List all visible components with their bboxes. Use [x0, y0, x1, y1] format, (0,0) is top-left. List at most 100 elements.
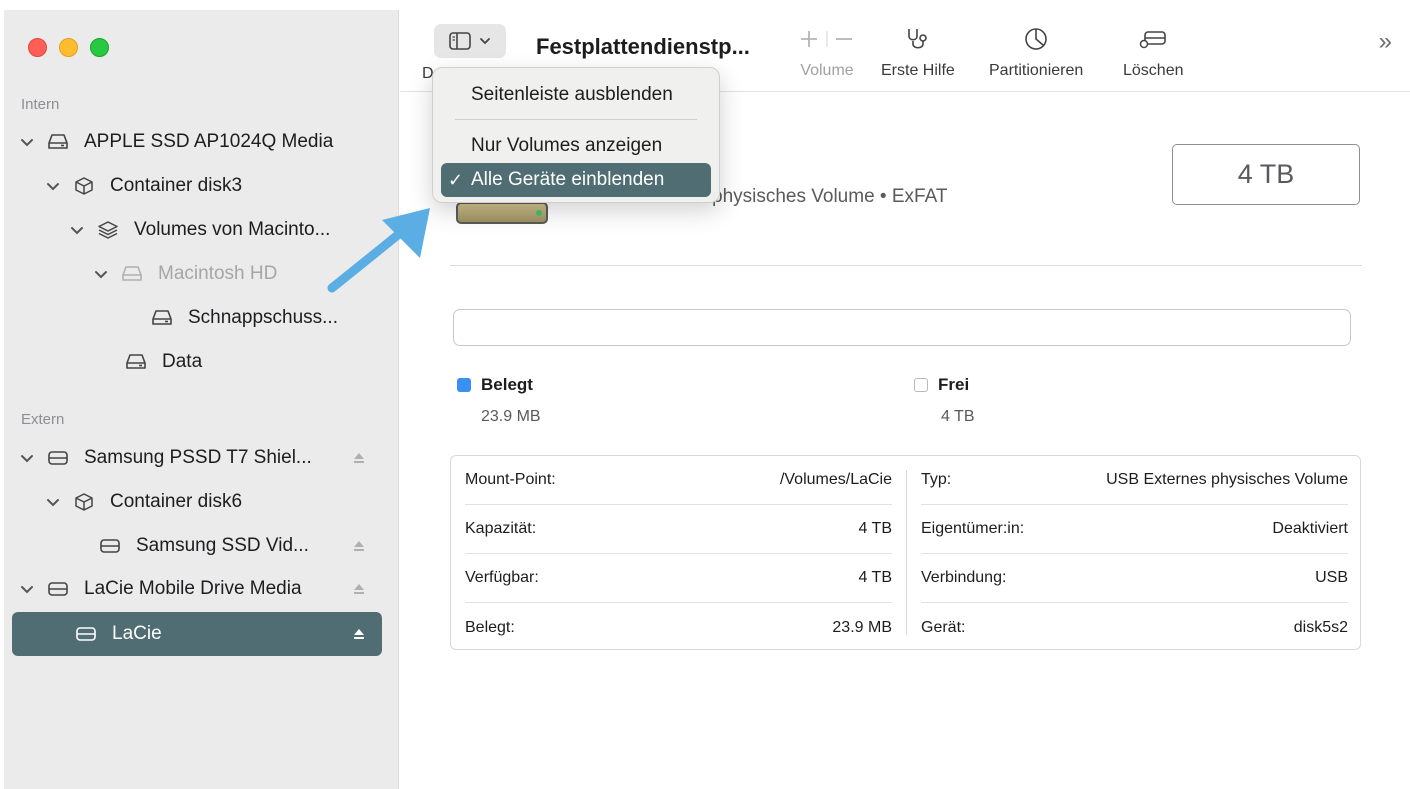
info-row: Gerät: disk5s2	[921, 603, 1348, 652]
info-key: Verfügbar:	[465, 569, 539, 586]
plus-minus-icon	[798, 24, 856, 54]
info-value: /Volumes/LaCie	[779, 471, 892, 488]
sidebar-item-lacie[interactable]: LaCie	[74, 616, 366, 652]
internal-drive-icon	[150, 307, 174, 329]
erase-label: Löschen	[1123, 62, 1184, 79]
info-row: Verfügbar: 4 TB	[465, 554, 892, 603]
menu-item-show-all-devices[interactable]: ✓ Alle Geräte einblenden	[441, 163, 711, 197]
container-cube-icon	[72, 175, 96, 197]
first-aid-button[interactable]: Erste Hilfe	[881, 24, 955, 80]
info-key: Gerät:	[921, 618, 966, 636]
legend-free: Frei	[914, 375, 969, 395]
sidebar-item-label: LaCie Mobile Drive Media	[84, 578, 302, 599]
chevron-down-icon[interactable]	[20, 135, 34, 149]
chevron-down-icon[interactable]	[70, 223, 84, 237]
internal-drive-icon	[46, 131, 70, 153]
info-key: Eigentümer:in:	[921, 520, 1025, 537]
info-key: Typ:	[921, 471, 952, 488]
legend-free-label: Frei	[938, 375, 970, 394]
chevron-down-icon[interactable]	[20, 582, 34, 596]
info-key: Mount-Point:	[465, 471, 556, 488]
info-column-left: Mount-Point: /Volumes/LaCie Kapazität: 4 T…	[451, 456, 906, 649]
volume-info-table: Mount-Point: /Volumes/LaCie Kapazität: 4 T…	[450, 455, 1361, 650]
volume-stack-icon	[96, 219, 120, 241]
partition-label: Partitionieren	[989, 62, 1084, 79]
info-value: 23.9 MB	[832, 618, 892, 636]
sidebar-item-data[interactable]: Data	[124, 344, 202, 380]
eject-icon[interactable]	[352, 582, 366, 596]
chevron-down-icon[interactable]	[46, 495, 60, 509]
sidebar-item-volumes-group[interactable]: Volumes von Macinto...	[70, 212, 330, 248]
info-key: Kapazität:	[465, 520, 537, 537]
divider	[450, 265, 1362, 266]
sidebar-item-apple-ssd[interactable]: APPLE SSD AP1024Q Media	[20, 124, 333, 160]
sidebar-toggle-icon	[449, 32, 471, 50]
close-window-button[interactable]	[28, 38, 47, 57]
usage-bar	[453, 309, 1351, 346]
menu-item-label: Alle Geräte einblenden	[471, 169, 665, 190]
sidebar-item-container-disk3[interactable]: Container disk3	[46, 168, 242, 204]
sidebar-item-label: Container disk3	[110, 175, 243, 196]
sidebar-item-label: Macintosh HD	[158, 263, 278, 284]
external-drive-image	[456, 202, 548, 224]
chevron-down-icon[interactable]	[46, 179, 60, 193]
legend-used-label: Belegt	[481, 375, 533, 394]
info-row: Kapazität: 4 TB	[465, 505, 892, 554]
sidebar-item-samsung-ssd-vid[interactable]: Samsung SSD Vid...	[98, 528, 366, 564]
external-drive-icon	[74, 623, 98, 645]
info-value: disk5s2	[1293, 618, 1348, 636]
info-value: USB Externes physisches Volume	[1106, 471, 1348, 488]
container-cube-icon	[72, 491, 96, 513]
sidebar-item-lacie-media[interactable]: LaCie Mobile Drive Media	[20, 571, 366, 607]
minimize-window-button[interactable]	[59, 38, 78, 57]
sidebar-item-label: Volumes von Macinto...	[134, 219, 331, 240]
menu-item-show-volumes-only[interactable]: Nur Volumes anzeigen	[441, 129, 711, 163]
sidebar-item-label: LaCie	[112, 623, 162, 644]
volume-button[interactable]: Volume	[798, 24, 856, 80]
volume-label: Volume	[800, 62, 854, 79]
info-row: Belegt: 23.9 MB	[465, 603, 892, 652]
partition-pie-icon	[1023, 24, 1049, 54]
legend-used: Belegt	[457, 375, 533, 395]
sidebar-item-label: Schnappschuss...	[188, 307, 338, 328]
info-row: Mount-Point: /Volumes/LaCie	[465, 456, 892, 505]
view-menu-button[interactable]	[434, 24, 506, 58]
sidebar-item-macintosh-hd[interactable]: Macintosh HD	[94, 256, 277, 292]
erase-button[interactable]: Löschen	[1123, 24, 1184, 80]
first-aid-label: Erste Hilfe	[881, 62, 955, 79]
zoom-window-button[interactable]	[90, 38, 109, 57]
toolbar-overflow-button[interactable]: »	[1379, 28, 1392, 56]
section-label-external: Extern	[21, 411, 65, 428]
chevron-down-icon[interactable]	[94, 267, 108, 281]
view-popup-menu: Seitenleiste ausblenden Nur Volumes anze…	[432, 67, 720, 203]
chevron-down-icon[interactable]	[20, 451, 34, 465]
info-row: Eigentümer:in: Deaktiviert	[921, 505, 1348, 554]
legend-used-value: 23.9 MB	[481, 408, 541, 425]
internal-drive-icon	[124, 351, 148, 373]
eject-icon[interactable]	[352, 627, 366, 641]
info-column-right: Typ: USB Externes physisches Volume Eigen…	[907, 456, 1362, 649]
external-drive-icon	[46, 578, 70, 600]
info-row: Typ: USB Externes physisches Volume	[921, 456, 1348, 505]
menu-item-hide-sidebar[interactable]: Seitenleiste ausblenden	[441, 78, 711, 112]
info-key: Verbindung:	[921, 569, 1007, 586]
sidebar-item-label: Samsung PSSD T7 Shiel...	[84, 447, 312, 468]
legend-swatch-used	[457, 378, 471, 392]
info-value: Deaktiviert	[1272, 520, 1348, 537]
legend-free-value: 4 TB	[941, 408, 975, 425]
sidebar: Intern APPLE SSD AP1024Q Media Container…	[4, 10, 399, 789]
sidebar-item-samsung-pssd[interactable]: Samsung PSSD T7 Shiel...	[20, 440, 366, 476]
stethoscope-icon	[903, 24, 933, 54]
eject-icon[interactable]	[352, 539, 366, 553]
sidebar-item-container-disk6[interactable]: Container disk6	[46, 484, 242, 520]
info-key: Belegt:	[465, 618, 515, 636]
sidebar-item-label: Container disk6	[110, 491, 243, 512]
partition-button[interactable]: Partitionieren	[989, 24, 1083, 80]
sidebar-item-label: Data	[162, 351, 203, 372]
erase-drive-icon	[1138, 24, 1168, 54]
eject-icon[interactable]	[352, 451, 366, 465]
info-value: 4 TB	[858, 520, 893, 537]
app-title: Festplattendienstp...	[536, 34, 750, 59]
external-drive-icon	[46, 447, 70, 469]
sidebar-item-snapshot[interactable]: Schnappschuss...	[150, 300, 338, 336]
